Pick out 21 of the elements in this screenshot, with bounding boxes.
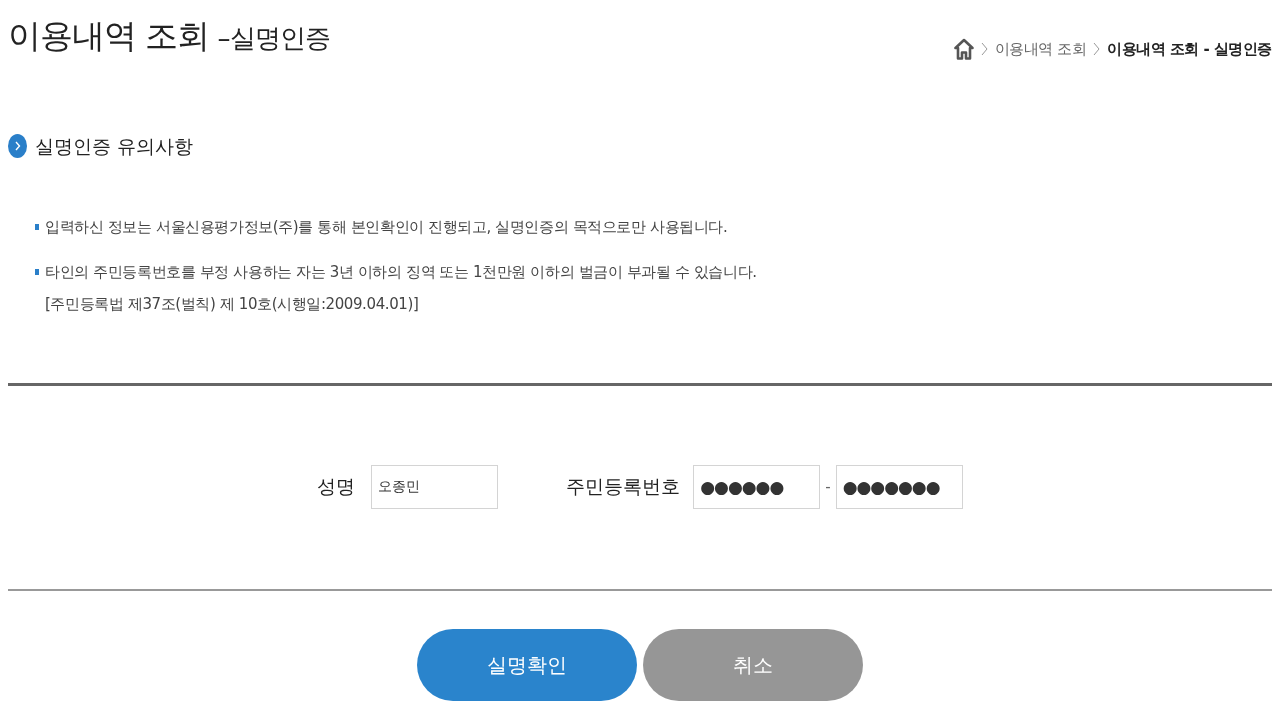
- section-heading: 실명인증 유의사항: [35, 134, 194, 159]
- page-title: 이용내역 조회: [8, 15, 210, 57]
- chevron-circle-icon: [8, 134, 27, 158]
- field-label: 성명: [317, 474, 356, 499]
- chevron-right-icon: [1093, 42, 1101, 56]
- breadcrumb-link[interactable]: 이용내역 조회 - 실명인증: [1107, 39, 1272, 59]
- id-number-field[interactable]: ●●●●●●●: [835, 465, 963, 509]
- id-number-field[interactable]: ●●●●●●: [693, 465, 821, 509]
- notice-text: [주민등록법 제37조(벌칙) 제 10호(시행일:2009.04.01)]: [45, 294, 420, 315]
- breadcrumb-link[interactable]: 이용내역 조회: [994, 39, 1087, 59]
- separator-text: -: [825, 478, 831, 496]
- field-label: 주민등록번호: [566, 474, 681, 499]
- confirm-button[interactable]: 실명확인: [417, 629, 637, 701]
- chevron-right-icon: [980, 42, 988, 56]
- notice-text: 입력하신 정보는 서울신용평가정보(주)를 통해 본인확인이 진행되고, 실명인증의 목적으로만 사용됩니다.: [45, 217, 728, 238]
- bullet-icon: [35, 269, 39, 275]
- bullet-icon: [35, 224, 39, 230]
- home-icon[interactable]: [953, 38, 974, 60]
- name-input-field[interactable]: 오종민: [371, 465, 499, 509]
- page-subtitle: –실명인증: [217, 22, 330, 55]
- notice-text: 타인의 주민등록번호를 부정 사용하는 자는 3년 이하의 징역 또는 1천만원 이하의 벌금이 부과될 수 있습니다.: [45, 262, 757, 283]
